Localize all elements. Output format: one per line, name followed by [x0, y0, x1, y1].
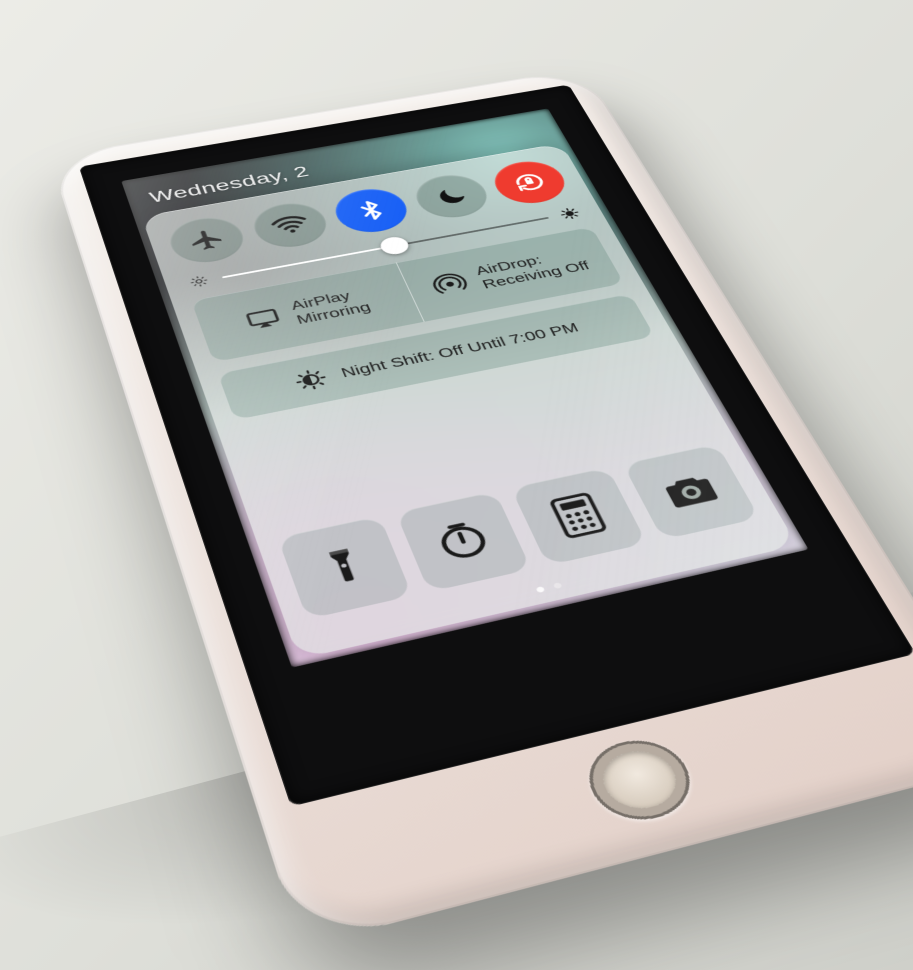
- flashlight-icon: [310, 542, 379, 592]
- camera-button[interactable]: [623, 444, 760, 540]
- screen: Wednesday, 2: [121, 108, 808, 667]
- airdrop-icon: [428, 270, 473, 298]
- airplay-label: AirPlay Mirroring: [289, 286, 374, 327]
- airplane-mode-toggle[interactable]: [164, 213, 251, 268]
- brightness-low-icon: [187, 273, 212, 289]
- wifi-toggle[interactable]: [246, 198, 333, 252]
- control-center-panel: AirPlay Mirroring AirDrop: Receiving Off: [141, 143, 797, 659]
- app-shortcut-row: [278, 444, 760, 619]
- airplay-icon: [242, 305, 286, 334]
- lock-rotation-icon: [507, 169, 552, 195]
- do-not-disturb-toggle[interactable]: [408, 170, 496, 222]
- calculator-button[interactable]: [511, 467, 647, 565]
- airdrop-label: AirDrop: Receiving Off: [473, 246, 592, 292]
- photo-scene: Wednesday, 2: [0, 0, 913, 970]
- page-dot-2: [553, 582, 563, 589]
- brightness-thumb[interactable]: [378, 235, 412, 256]
- flashlight-button[interactable]: [278, 516, 413, 619]
- page-dot-1: [536, 586, 546, 593]
- bluetooth-icon: [350, 198, 393, 224]
- bluetooth-toggle[interactable]: [328, 184, 415, 237]
- moon-icon: [431, 184, 471, 208]
- calculator-icon: [546, 490, 611, 540]
- rotation-lock-toggle[interactable]: [486, 157, 574, 208]
- airplane-icon: [185, 226, 230, 254]
- wifi-icon: [266, 210, 313, 239]
- page-indicator: [314, 535, 772, 643]
- iphone: Wednesday, 2: [49, 68, 913, 947]
- brightness-high-icon: [557, 206, 582, 221]
- night-shift-icon: [292, 367, 331, 393]
